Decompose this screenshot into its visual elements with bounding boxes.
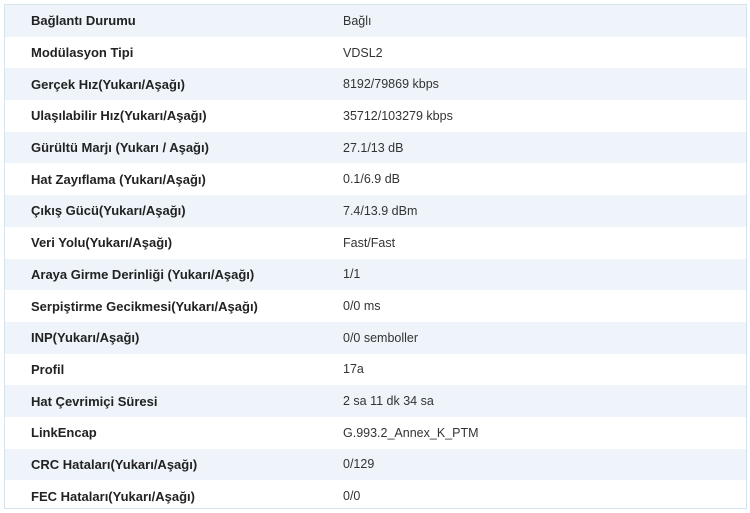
row-label: Çıkış Gücü(Yukarı/Aşağı) [31,203,186,219]
dsl-status-table: Bağlantı Durumu Bağlı Modülasyon Tipi VD… [5,5,746,512]
row-label: Bağlantı Durumu [31,13,136,29]
row-value: 0/129 [343,457,375,472]
row-value: VDSL2 [343,45,383,60]
table-row: Veri Yolu(Yukarı/Aşağı) Fast/Fast [5,227,746,259]
table-row: Hat Çevrimiçi Süresi 2 sa 11 dk 34 sa [5,385,746,417]
row-value: 27.1/13 dB [343,140,404,155]
table-row: Modülasyon Tipi VDSL2 [5,37,746,69]
row-label: Veri Yolu(Yukarı/Aşağı) [31,235,173,251]
row-value: 17a [343,362,364,377]
row-value: 0/0 ms [343,299,381,314]
row-value: 2 sa 11 dk 34 sa [343,394,434,409]
table-row: CRC Hataları(Yukarı/Aşağı) 0/129 [5,448,746,481]
table-row: Hat Zayıflama (Yukarı/Aşağı) 0.1/6.9 dB [5,163,746,195]
row-label: LinkEncap [31,425,97,441]
row-label: Gürültü Marjı (Yukarı / Aşağı) [31,140,209,156]
row-value: 35712/103279 kbps [343,108,453,123]
table-row: Ulaşılabilir Hız(Yukarı/Aşağı) 35712/103… [5,100,746,132]
table-row: Araya Girme Derinliği (Yukarı/Aşağı) 1/1 [5,258,746,291]
table-row: Çıkış Gücü(Yukarı/Aşağı) 7.4/13.9 dBm [5,195,746,227]
row-value: 1/1 [343,267,361,282]
table-row: Gürültü Marjı (Yukarı / Aşağı) 27.1/13 d… [5,131,746,164]
row-value: 8192/79869 kbps [343,77,439,92]
row-value: G.993.2_Annex_K_PTM [343,425,479,440]
table-row: Serpiştirme Gecikmesi(Yukarı/Aşağı) 0/0 … [5,290,746,322]
row-label: Hat Çevrimiçi Süresi [31,393,158,409]
row-label: Hat Zayıflama (Yukarı/Aşağı) [31,171,206,187]
row-label: Modülasyon Tipi [31,45,134,61]
row-label: Profil [31,361,65,377]
table-row: Bağlantı Durumu Bağlı [5,5,746,37]
row-label: Araya Girme Derinliği (Yukarı/Aşağı) [31,266,255,282]
row-value: 7.4/13.9 dBm [343,203,418,218]
table-row: Gerçek Hız(Yukarı/Aşağı) 8192/79869 kbps [5,68,746,101]
row-label: INP(Yukarı/Aşağı) [31,330,140,346]
row-value: Fast/Fast [343,235,396,250]
row-value: 0/0 [343,489,361,504]
table-row: LinkEncap G.993.2_Annex_K_PTM [5,417,746,449]
row-label: Serpiştirme Gecikmesi(Yukarı/Aşağı) [31,298,258,314]
table-row: Profil 17a [5,354,746,386]
row-label: Gerçek Hız(Yukarı/Aşağı) [31,76,185,92]
row-label: FEC Hataları(Yukarı/Aşağı) [31,488,195,504]
row-label: CRC Hataları(Yukarı/Aşağı) [31,456,198,472]
row-value: 0/0 semboller [343,330,419,345]
row-label: Ulaşılabilir Hız(Yukarı/Aşağı) [31,108,207,124]
table-row: FEC Hataları(Yukarı/Aşağı) 0/0 [5,480,746,512]
row-value: Bağlı [343,13,372,28]
table-row: INP(Yukarı/Aşağı) 0/0 semboller [5,321,746,354]
dsl-status-panel: Bağlantı Durumu Bağlı Modülasyon Tipi VD… [4,4,747,509]
row-value: 0.1/6.9 dB [343,172,400,187]
